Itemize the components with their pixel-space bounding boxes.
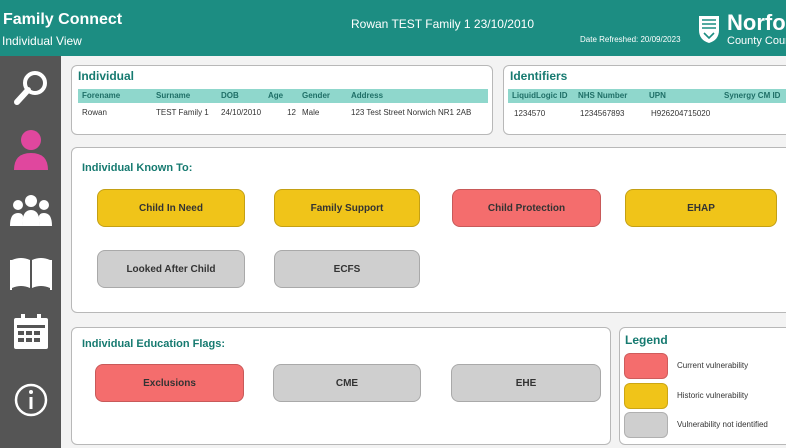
cell-forename: Rowan	[82, 108, 107, 117]
flag-ehe[interactable]: EHE	[451, 364, 601, 402]
flag-ecfs[interactable]: ECFS	[274, 250, 420, 288]
column-header-forename: Forename	[82, 91, 121, 100]
column-header-upn: UPN	[649, 91, 666, 100]
sidebar-nav	[0, 56, 61, 448]
identifiers-title: Identifiers	[510, 69, 568, 83]
crest-icon	[699, 16, 719, 43]
sidebar-item-education[interactable]	[0, 240, 61, 304]
cell-liquidlogic-id: 1234570	[514, 109, 546, 118]
known-to-panel: Individual Known To: Child In Need Famil…	[71, 147, 786, 313]
sidebar-item-info[interactable]	[0, 368, 61, 432]
logo-subtitle: County Council	[727, 35, 786, 47]
magnifier-icon	[13, 71, 47, 105]
legend-label-not-identified: Vulnerability not identified	[677, 420, 768, 429]
individual-title: Individual	[78, 69, 135, 83]
column-header-surname: Surname	[156, 91, 191, 100]
flag-looked-after-child[interactable]: Looked After Child	[97, 250, 245, 288]
cell-gender: Male	[302, 108, 320, 117]
identifiers-panel: Identifiers LiquidLogic ID NHS Number UP…	[503, 65, 786, 135]
individual-panel: Individual Forename Surname DOB Age Gend…	[71, 65, 493, 135]
legend-label-historic: Historic vulnerability	[677, 391, 749, 400]
flag-family-support[interactable]: Family Support	[274, 189, 420, 227]
calendar-icon	[13, 314, 48, 349]
sidebar-item-family[interactable]	[0, 180, 61, 244]
cell-surname: TEST Family 1	[156, 108, 209, 117]
group-icon	[9, 195, 52, 226]
date-refreshed: Date Refreshed: 20/09/2023	[580, 35, 681, 44]
legend-swatch-not-identified	[624, 412, 668, 438]
flag-ehap[interactable]: EHAP	[625, 189, 777, 227]
legend-swatch-historic	[624, 383, 668, 409]
flag-child-protection[interactable]: Child Protection	[452, 189, 601, 227]
flag-child-in-need[interactable]: Child In Need	[97, 189, 245, 227]
legend-swatch-current	[624, 353, 668, 379]
council-logo: Norfolk County Council	[695, 10, 786, 50]
legend-title: Legend	[625, 333, 668, 347]
column-header-address: Address	[351, 91, 384, 100]
education-flags-panel: Individual Education Flags: Exclusions C…	[71, 327, 611, 445]
legend-label-current: Current vulnerability	[677, 361, 749, 370]
sidebar-item-search[interactable]	[0, 56, 61, 120]
flag-exclusions[interactable]: Exclusions	[95, 364, 244, 402]
education-flags-title: Individual Education Flags:	[82, 338, 226, 350]
book-icon	[9, 258, 52, 290]
app-subtitle: Individual View	[2, 34, 82, 48]
cell-upn: H926204715020	[651, 109, 711, 118]
column-header-age: Age	[268, 91, 284, 100]
cell-nhs-number: 1234567893	[580, 109, 625, 118]
sidebar-item-individual[interactable]	[0, 118, 61, 182]
column-header-synergy-cm-id: Synergy CM ID	[724, 91, 781, 100]
app-title: Family Connect	[3, 11, 123, 28]
individual-table-header: Forename Surname DOB Age Gender Address	[78, 89, 488, 103]
column-header-dob: DOB	[221, 91, 239, 100]
person-icon	[13, 130, 48, 170]
column-header-gender: Gender	[302, 91, 331, 100]
identifiers-table-header: LiquidLogic ID NHS Number UPN Synergy CM…	[508, 89, 786, 103]
cell-dob: 24/10/2010	[221, 108, 262, 117]
header-bar: Family Connect Individual View Rowan TES…	[0, 0, 786, 56]
known-to-title: Individual Known To:	[82, 162, 193, 174]
column-header-liquidlogic-id: LiquidLogic ID	[512, 91, 568, 100]
flag-cme[interactable]: CME	[273, 364, 421, 402]
info-icon	[14, 383, 47, 417]
legend-panel: Legend Current vulnerability Historic vu…	[619, 327, 786, 445]
cell-age: 12	[287, 108, 296, 117]
cell-address: 123 Test Street Norwich NR1 2AB	[351, 108, 472, 117]
app-root: Family Connect Individual View Rowan TES…	[0, 0, 786, 448]
family-title: Rowan TEST Family 1 23/10/2010	[351, 17, 534, 31]
logo-name: Norfolk	[727, 10, 786, 35]
column-header-nhs-number: NHS Number	[578, 91, 628, 100]
sidebar-item-calendar[interactable]	[0, 300, 61, 364]
